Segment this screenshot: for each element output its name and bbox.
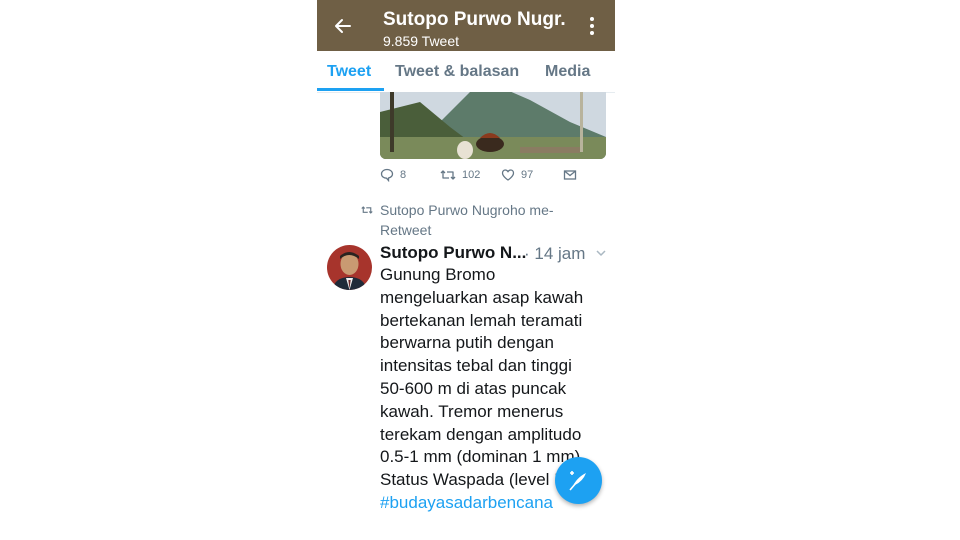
active-tab-indicator bbox=[317, 88, 384, 91]
like-count: 97 bbox=[521, 169, 534, 181]
chevron-down-icon[interactable] bbox=[595, 249, 607, 257]
tab-media[interactable]: Media bbox=[545, 63, 590, 81]
retweeted-by-label: Sutopo Purwo Nugroho me-Retweet bbox=[380, 202, 554, 238]
tab-tweet-replies[interactable]: Tweet & balasan bbox=[395, 63, 519, 81]
photo-landscape bbox=[380, 92, 606, 159]
hashtag-link[interactable]: #budayasadarbencana bbox=[380, 493, 553, 513]
back-button[interactable] bbox=[333, 16, 353, 36]
profile-header: Sutopo Purwo Nugr. 9.859 Tweet bbox=[317, 0, 615, 51]
profile-name: Sutopo Purwo Nugr. bbox=[383, 9, 566, 30]
tweet-line: bertekanan lemah teramati bbox=[380, 310, 583, 330]
reply-count: 8 bbox=[400, 169, 407, 181]
tab-tweet[interactable]: Tweet bbox=[327, 63, 371, 81]
compose-feather-icon bbox=[569, 471, 586, 491]
profile-tabs: Tweet Tweet & balasan Media bbox=[317, 51, 615, 93]
tweet-line: Gunung Bromo bbox=[380, 265, 496, 284]
tweet-line: terekam dengan amplitudo bbox=[380, 424, 582, 444]
tweet-line: intensitas tebal dan tinggi bbox=[380, 356, 572, 376]
heart-icon bbox=[501, 169, 515, 181]
compose-tweet-button[interactable] bbox=[555, 457, 602, 504]
envelope-icon bbox=[563, 170, 577, 180]
retweet-small-icon bbox=[361, 206, 373, 214]
retweet-button[interactable]: 102 bbox=[440, 168, 480, 182]
tweet-author-name[interactable]: Sutopo Purwo N... bbox=[380, 243, 526, 263]
tweet-line: berwarna putih dengan bbox=[380, 333, 554, 353]
retweet-count: 102 bbox=[462, 169, 481, 181]
tweet-count: 9.859 Tweet bbox=[383, 33, 460, 49]
tweet-line: kawah. Tremor menerus bbox=[380, 401, 564, 421]
arrow-left-icon bbox=[335, 19, 351, 33]
app-screen: Sutopo Purwo Nugr. 9.859 Tweet Tweet Twe… bbox=[317, 0, 615, 516]
more-vertical-icon bbox=[590, 17, 594, 21]
direct-message-button[interactable] bbox=[563, 168, 577, 182]
reply-icon bbox=[380, 168, 394, 182]
tweet-line: 50-600 m di atas puncak bbox=[380, 378, 567, 398]
avatar[interactable] bbox=[327, 245, 372, 290]
tweet-timestamp[interactable]: · 14 jam bbox=[524, 244, 585, 264]
reply-button[interactable]: 8 bbox=[380, 168, 406, 182]
tweet-photo[interactable] bbox=[380, 92, 606, 159]
like-button[interactable]: 97 bbox=[501, 168, 533, 182]
retweet-icon bbox=[440, 170, 456, 180]
more-options-button[interactable] bbox=[587, 17, 597, 39]
tweet-line: mengeluarkan asap kawah bbox=[380, 287, 584, 307]
tweet-actions: 8 102 97 bbox=[380, 168, 580, 186]
